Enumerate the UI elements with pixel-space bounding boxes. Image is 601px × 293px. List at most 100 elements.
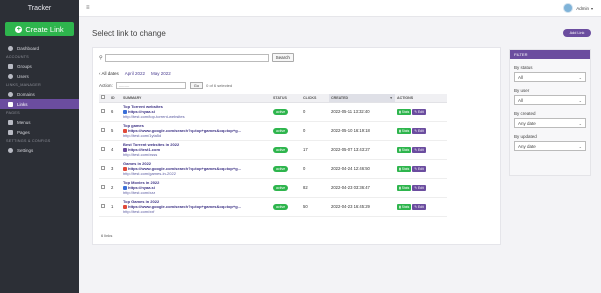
row-status: active — [271, 102, 301, 122]
menu-toggle-icon[interactable]: ≡ — [86, 5, 90, 11]
short-link[interactable]: http://test.com/games-in-2022 — [123, 171, 271, 176]
row-created: 2022-04-24 12:46:50 — [329, 159, 395, 179]
sidebar-item-dashboard[interactable]: Dashboard — [0, 43, 79, 53]
stats-button-label: Stats — [401, 128, 410, 133]
sidebar-item-menus[interactable]: Menus — [0, 117, 79, 127]
favicon-icon — [123, 128, 127, 133]
sidebar-item-pages-item[interactable]: Pages — [0, 127, 79, 137]
row-summary: Top Torrent websites https://nyaa.si http:… — [121, 102, 271, 122]
row-clicks: 0 — [301, 159, 329, 179]
filter-select[interactable]: All ⌄ — [514, 95, 586, 105]
sidebar-item-links[interactable]: Links — [0, 99, 79, 109]
stats-button-label: Stats — [401, 109, 410, 114]
filter-select[interactable]: Any date ⌄ — [514, 118, 586, 128]
stats-button[interactable]: ▮ Stats — [397, 146, 412, 153]
column-header-created[interactable]: CREATED ▾ — [329, 94, 395, 103]
sidebar-item-label: Users — [17, 73, 29, 79]
status-badge: active — [273, 127, 289, 134]
filter-select[interactable]: Any date ⌄ — [514, 141, 586, 151]
row-id: 3 — [109, 159, 121, 179]
row-checkbox[interactable] — [101, 109, 105, 113]
action-label: Action: — [99, 83, 113, 88]
select-all-header[interactable] — [99, 94, 109, 103]
favicon-icon — [123, 166, 127, 171]
short-link[interactable]: http://test.com/1yta5d — [123, 133, 271, 138]
row-checkbox[interactable] — [101, 147, 105, 151]
row-summary: Top games https://www.google.com/search?q… — [121, 121, 271, 141]
sidebar-item-domains[interactable]: Domains — [0, 89, 79, 99]
column-header-clicks[interactable]: CLICKS — [301, 94, 329, 103]
brand-title: Tracker — [27, 5, 52, 12]
filter-label: By status — [514, 65, 533, 70]
user-menu[interactable]: Admin ▾ — [563, 3, 593, 13]
row-status: active — [271, 140, 301, 160]
filter-select[interactable]: All ⌄ — [514, 72, 586, 82]
edit-button-label: Edit — [417, 204, 424, 209]
create-link-label: Create Link — [25, 24, 64, 34]
sidebar-nav: Dashboard ACCOUNTS Groups Users LINKS_MANAGE… — [0, 43, 79, 155]
stats-button[interactable]: ▮ Stats — [397, 184, 412, 191]
nav-section-settings-config: SETTINGS & CONFIGS — [6, 139, 51, 143]
short-link[interactable]: http://test.com/xzz — [123, 190, 271, 195]
row-actions: ▮ Stats ✎ Edit — [395, 159, 447, 179]
row-select-cell — [99, 121, 109, 141]
column-header-summary[interactable]: SUMMARY — [121, 94, 271, 103]
all-dates-link[interactable]: ‹ All dates — [99, 71, 119, 76]
edit-button-label: Edit — [417, 109, 424, 114]
row-created: 2022-05-10 16:19:18 — [329, 121, 395, 141]
stats-button[interactable]: ▮ Stats — [397, 203, 412, 210]
edit-button[interactable]: ✎ Edit — [412, 108, 426, 115]
column-header-id[interactable]: ID — [109, 94, 121, 103]
row-select-cell — [99, 140, 109, 160]
avatar — [563, 3, 574, 13]
stats-button[interactable]: ▮ Stats — [397, 165, 412, 172]
row-checkbox[interactable] — [101, 204, 105, 208]
short-link[interactable]: http://test.com/xxf — [123, 209, 271, 214]
sidebar-item-groups[interactable]: Groups — [0, 61, 79, 71]
chevron-down-icon: ▾ — [590, 5, 593, 11]
globe-icon — [8, 91, 13, 97]
row-checkbox[interactable] — [101, 128, 105, 132]
stats-button[interactable]: ▮ Stats — [397, 108, 412, 115]
select-all-checkbox[interactable] — [101, 95, 105, 100]
favicon-icon — [123, 185, 127, 190]
search-button[interactable]: Search — [271, 53, 294, 62]
short-link[interactable]: http://test.com/xsss — [123, 152, 271, 157]
link-icon — [8, 101, 13, 107]
edit-button-label: Edit — [417, 166, 424, 171]
edit-button[interactable]: ✎ Edit — [412, 127, 426, 134]
plus-icon: + — [15, 25, 23, 33]
add-link-button[interactable]: Add Link — [563, 29, 591, 37]
short-link[interactable]: http://test.com/top-torrent-websites — [123, 114, 271, 119]
sidebar-item-settings[interactable]: Settings — [0, 145, 79, 155]
row-id: 2 — [109, 178, 121, 198]
row-status: active — [271, 121, 301, 141]
row-created: 2022-05-11 13:32:40 — [329, 102, 395, 122]
sidebar-item-label: Menus — [17, 119, 31, 125]
stats-button[interactable]: ▮ Stats — [397, 127, 412, 134]
row-summary: Best Torrent websites in 2022 https://tes… — [121, 140, 271, 160]
column-header-status[interactable]: STATUS — [271, 94, 301, 103]
row-clicks: 17 — [301, 140, 329, 160]
selected-count: 0 of 6 selected — [206, 83, 233, 88]
edit-button[interactable]: ✎ Edit — [412, 146, 426, 153]
topbar: ≡ Admin ▾ — [79, 0, 601, 17]
edit-button[interactable]: ✎ Edit — [412, 184, 426, 191]
date-link-may-2022[interactable]: May 2022 — [151, 71, 171, 76]
row-checkbox[interactable] — [101, 166, 105, 170]
action-select[interactable]: --------- — [115, 82, 186, 89]
row-status: active — [271, 178, 301, 198]
row-checkbox[interactable] — [101, 185, 105, 189]
date-link-april-2022[interactable]: April 2022 — [125, 71, 145, 76]
go-button[interactable]: Go — [189, 82, 204, 89]
sort-desc-icon[interactable]: ▾ — [390, 96, 392, 100]
sidebar-item-users[interactable]: Users — [0, 71, 79, 81]
chevron-down-icon: ⌄ — [578, 120, 582, 126]
edit-button[interactable]: ✎ Edit — [412, 203, 426, 210]
create-link-button[interactable]: + Create Link — [5, 22, 74, 36]
result-count: 6 links — [101, 233, 113, 238]
edit-button[interactable]: ✎ Edit — [412, 165, 426, 172]
table-row: 6 Top Torrent websites https://nyaa.si http… — [99, 102, 447, 122]
filter-select-value: All — [518, 74, 524, 80]
search-input[interactable] — [104, 53, 269, 62]
